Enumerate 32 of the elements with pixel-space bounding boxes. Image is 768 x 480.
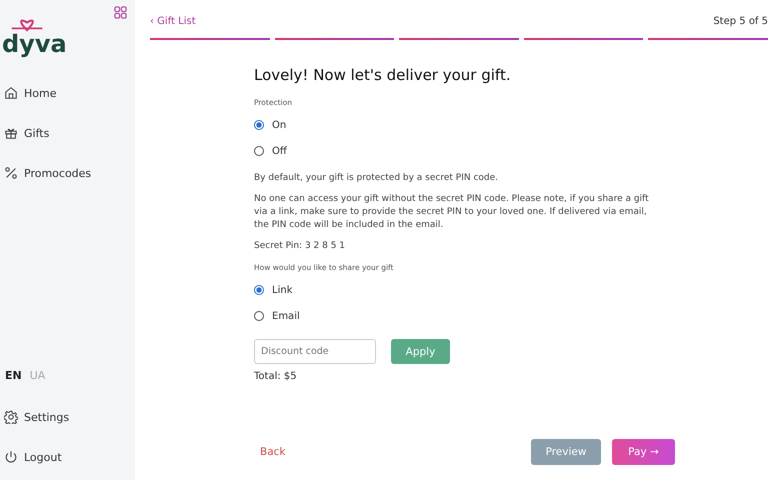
radio-button[interactable] bbox=[254, 146, 264, 156]
nav-item[interactable]: Logout bbox=[4, 448, 135, 466]
info-text: Secret Pin: 3 2 8 5 1 bbox=[254, 240, 346, 253]
gift-list-link[interactable]: ‹ Gift List bbox=[150, 16, 196, 27]
home-icon bbox=[4, 86, 18, 100]
info-text: By default, your gift is protected by a secret PIN code. bbox=[254, 172, 500, 185]
step-counter: Step 5 of 5 bbox=[713, 16, 768, 27]
radio-option[interactable]: Email bbox=[254, 303, 664, 329]
nav-item[interactable]: Home bbox=[4, 84, 135, 102]
percent-icon bbox=[4, 166, 18, 180]
gift-icon bbox=[4, 126, 18, 140]
radio-option[interactable]: Link bbox=[254, 277, 664, 303]
total-text: Total: $5 bbox=[254, 371, 298, 382]
language-option[interactable]: EN bbox=[5, 369, 22, 382]
nav-item[interactable]: Promocodes bbox=[4, 164, 135, 182]
info-text: No one can access your gift without the secret PIN code. Please note, if you share a gift via a link, make sure to provide the secret PIN to your loved one. If delivered via email, the PIN code will be included in the email. bbox=[254, 193, 650, 232]
grid-icon[interactable] bbox=[114, 6, 127, 19]
nav-item[interactable]: Settings bbox=[4, 408, 135, 426]
form-title: Lovely! Now let's deliver your gift. bbox=[254, 66, 512, 84]
logo[interactable]: dyva bbox=[0, 18, 67, 84]
radio-button[interactable] bbox=[254, 285, 264, 295]
pay-button[interactable]: Pay → bbox=[612, 439, 675, 465]
back-button[interactable]: Back bbox=[260, 442, 290, 462]
settings-icon bbox=[4, 410, 18, 424]
discount-code-field[interactable]: Discount code bbox=[254, 339, 376, 364]
radio-button[interactable] bbox=[254, 311, 264, 321]
nav-item[interactable]: Gifts bbox=[4, 124, 135, 142]
radio-option[interactable]: On bbox=[254, 112, 664, 138]
radio-button[interactable] bbox=[254, 120, 264, 130]
power-icon bbox=[4, 450, 18, 464]
radio-option[interactable]: Off bbox=[254, 138, 664, 164]
bow-icon bbox=[10, 18, 44, 32]
